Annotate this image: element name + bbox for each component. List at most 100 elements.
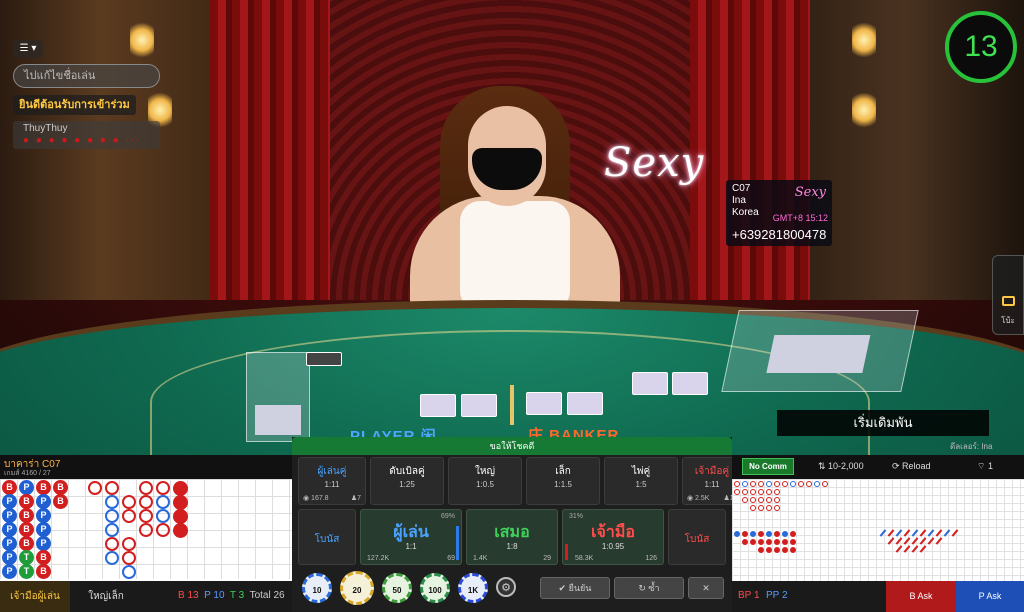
big-road-marker: [105, 495, 119, 509]
welcome-message: ยินดีต้อนรับการเข้าร่วม: [13, 95, 136, 115]
side-bet-1[interactable]: ดับเบิลคู่ 1:25: [370, 457, 444, 505]
big-road-marker: [156, 495, 170, 509]
bead-B: B: [36, 550, 51, 565]
signal-indicator: ⌔ 1: [977, 461, 993, 471]
big-road-marker: [122, 551, 136, 565]
confirm-button[interactable]: ✔ ยืนยัน: [540, 577, 610, 599]
big-road-marker: [105, 537, 119, 551]
road-marker: [774, 547, 780, 553]
road-marker: [758, 481, 764, 487]
bead-B: B: [2, 480, 17, 495]
side-bet-odds: 1:0.5: [476, 480, 494, 489]
player-share-bar: [456, 526, 459, 560]
road-marker: [927, 537, 935, 545]
banker-bet[interactable]: 31% เจ้ามือ 1:0.95 58.3K 126: [562, 509, 664, 565]
side-bet-0[interactable]: ผู้เล่นคู่ 1:11 ◉ 167.8 ♟7: [298, 457, 366, 505]
tab-big-small[interactable]: ใหญ่เล็ก: [76, 581, 136, 612]
nickname-input[interactable]: ไปแก้ไขชื่อเล่น: [13, 64, 160, 88]
bead-P: P: [2, 536, 17, 551]
side-bet-label: เล็ก: [555, 466, 571, 477]
player-ask-button[interactable]: P Ask: [956, 581, 1024, 612]
banker-count: B 13: [178, 590, 199, 601]
big-road-marker: [156, 523, 170, 537]
bet-panel-title: ขอให้โชคดี: [292, 437, 732, 455]
countdown-timer: 13: [945, 11, 1017, 83]
road-marker: [758, 489, 764, 495]
big-road-marker: [88, 481, 102, 495]
bead-B: [173, 523, 188, 538]
bet-panel: ขอให้โชคดี ผู้เล่นคู่ 1:11 ◉ 167.8 ♟7 ดับเบิ…: [292, 437, 742, 612]
chip-settings-icon[interactable]: ⚙: [496, 577, 516, 597]
lamp: [852, 90, 876, 130]
road-marker: [734, 481, 740, 487]
road-marker: [806, 481, 812, 487]
chip-100[interactable]: 100: [420, 573, 450, 603]
big-road-marker: [139, 495, 153, 509]
contact-phone: +639281800478: [732, 227, 827, 242]
chat-toggle-button[interactable]: ☰ ▾: [13, 40, 43, 58]
bead-P: P: [36, 536, 51, 551]
roadmap-right: No Comm ⇅ 10-2,000 ⟳ Reload ⌔ 1 BP 1 PP …: [732, 455, 1024, 612]
player-total-amount: 127.2K: [367, 555, 390, 562]
chip-50[interactable]: 50: [382, 573, 412, 603]
live-baccarat-screen: Sexy PLAYER 闲 庄 BANKER ☰ ▾ ไปแก้ไขชื่อเล…: [0, 0, 1024, 612]
lamp: [852, 20, 876, 60]
side-bet-total: ◉ 2.5K: [687, 495, 710, 502]
player-percentage: 69%: [440, 513, 455, 520]
repeat-button[interactable]: ↻ ซ้ำ: [614, 577, 684, 599]
road-marker: [750, 481, 756, 487]
side-bet-2[interactable]: ใหญ่ 1:0.5: [448, 457, 522, 505]
road-marker: [887, 537, 895, 545]
player-odds: 1:1: [405, 542, 417, 551]
chip-1k[interactable]: 1K: [458, 573, 488, 603]
cancel-button[interactable]: ✕: [688, 577, 724, 599]
player-bet[interactable]: 69% ผู้เล่น 1:1 127.2K 69: [360, 509, 462, 565]
big-road-marker: [122, 565, 136, 579]
road-marker: [951, 529, 959, 537]
bead-B: B: [19, 536, 34, 551]
big-road-marker: [156, 509, 170, 523]
big-road-marker: [139, 523, 153, 537]
banker-ask-button[interactable]: B Ask: [886, 581, 956, 612]
side-bet-4[interactable]: ไพ่คู่ 1:5: [604, 457, 678, 505]
tab-banker-player[interactable]: เจ้ามือผู้เล่น: [0, 581, 70, 612]
side-chat-button[interactable]: โบ้ะ: [992, 255, 1024, 335]
player-card: [420, 394, 456, 417]
side-bet-odds: 1:1.5: [554, 480, 572, 489]
road-marker: [895, 537, 903, 545]
road-marker: [927, 529, 935, 537]
road-marker: [790, 539, 796, 545]
discard-tray: [246, 352, 310, 442]
tie-bet[interactable]: เสมอ 1:8 1.4K 29: [466, 509, 558, 565]
bead-P: P: [2, 494, 17, 509]
banker-total-amount: 58.3K: [575, 555, 594, 562]
bead-P: P: [36, 522, 51, 537]
road-marker: [879, 529, 887, 537]
road-marker: [903, 537, 911, 545]
road-marker: [782, 547, 788, 553]
road-marker: [822, 481, 828, 487]
big-road-marker: [139, 509, 153, 523]
big-road-marker: [122, 495, 136, 509]
no-commission-toggle[interactable]: No Comm: [742, 458, 794, 475]
player-bettor-count: 69: [447, 555, 455, 562]
chip-10[interactable]: 10: [302, 573, 332, 603]
bead-T: T: [19, 564, 34, 579]
bonus-left-bet[interactable]: โบนัส: [298, 509, 356, 565]
banker-share-bar: [565, 544, 568, 560]
road-marker: [742, 539, 748, 545]
road-marker: [935, 537, 943, 545]
big-road-marker: [105, 509, 119, 523]
bonus-right-bet[interactable]: โบนัส: [668, 509, 726, 565]
big-road-marker: [122, 509, 136, 523]
bead-T: T: [19, 550, 34, 565]
side-bet-3[interactable]: เล็ก 1:1.5: [526, 457, 600, 505]
chip-20-selected[interactable]: 20: [340, 571, 374, 605]
start-betting-banner: เริ่มเดิมพัน: [777, 410, 989, 436]
card-shoe: [721, 310, 919, 392]
chat-username: ThuyThuy: [23, 123, 68, 134]
extra-card: [672, 372, 708, 395]
road-marker: [750, 489, 756, 495]
road-marker: [742, 481, 748, 487]
reload-button[interactable]: ⟳ Reload: [892, 461, 931, 472]
